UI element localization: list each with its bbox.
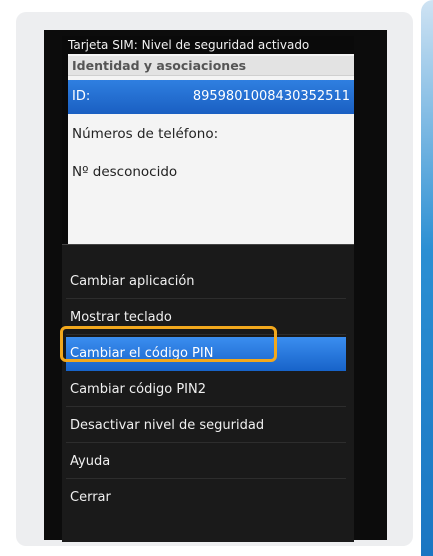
id-row[interactable]: ID: 8959801008430352511 (68, 80, 354, 114)
section-header-identity: Identidad y asociaciones (68, 56, 354, 76)
phone-screen: Tarjeta SIM: Nivel de seguridad activado… (62, 36, 354, 542)
menu-item-close[interactable]: Cerrar (66, 481, 346, 515)
phone-number-value[interactable]: Nº desconocido (72, 164, 177, 180)
menu-item-change-pin2[interactable]: Cambiar código PIN2 (66, 373, 346, 407)
menu-item-switch-application[interactable]: Cambiar aplicación (66, 265, 346, 299)
blue-accent-edge (421, 0, 433, 556)
menu-item-disable-security[interactable]: Desactivar nivel de seguridad (66, 409, 346, 443)
id-label: ID: (72, 89, 91, 104)
menu-item-help[interactable]: Ayuda (66, 445, 346, 479)
phone-numbers-label[interactable]: Números de teléfono: (72, 126, 218, 142)
sim-status-text: Tarjeta SIM: Nivel de seguridad activado (68, 38, 310, 52)
highlight-callout-box (60, 326, 277, 362)
context-menu: Cambiar aplicación Mostrar teclado Cambi… (62, 244, 354, 542)
id-value: 8959801008430352511 (192, 89, 350, 104)
